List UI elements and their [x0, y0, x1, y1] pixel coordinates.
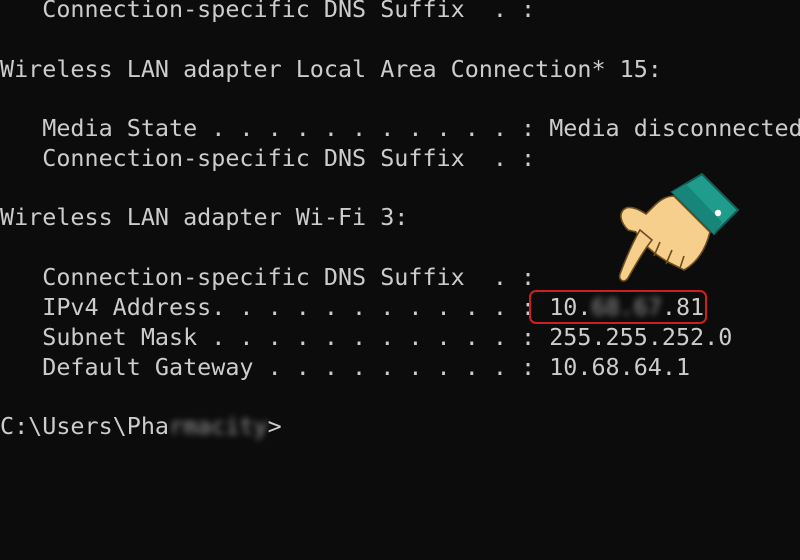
dns-suffix-line: Connection-specific DNS Suffix . : — [0, 263, 536, 291]
ipv4-highlight-box — [529, 290, 707, 324]
dns-suffix-line: Connection-specific DNS Suffix . : — [0, 144, 536, 172]
adapter-header-local-area: Wireless LAN adapter Local Area Connecti… — [0, 55, 662, 83]
dns-suffix-line: Connection-specific DNS Suffix . : — [0, 0, 536, 23]
media-state-line: Media State . . . . . . . . . . . : Medi… — [0, 114, 800, 142]
prompt-path-blurred: rmacity — [169, 412, 268, 440]
ipv4-label: IPv4 Address. . . . . . . . . . . : — [0, 293, 550, 321]
default-gateway-line: Default Gateway . . . . . . . . . : 10.6… — [0, 353, 691, 381]
subnet-mask-line: Subnet Mask . . . . . . . . . . . : 255.… — [0, 323, 733, 351]
adapter-header-wifi: Wireless LAN adapter Wi-Fi 3: — [0, 203, 409, 231]
prompt-symbol: > — [267, 412, 282, 440]
prompt-path-prefix: C:\Users\Pha — [0, 412, 169, 440]
pointing-hand-icon — [618, 172, 740, 282]
command-prompt[interactable]: C:\Users\Pharmacity> — [0, 411, 282, 441]
